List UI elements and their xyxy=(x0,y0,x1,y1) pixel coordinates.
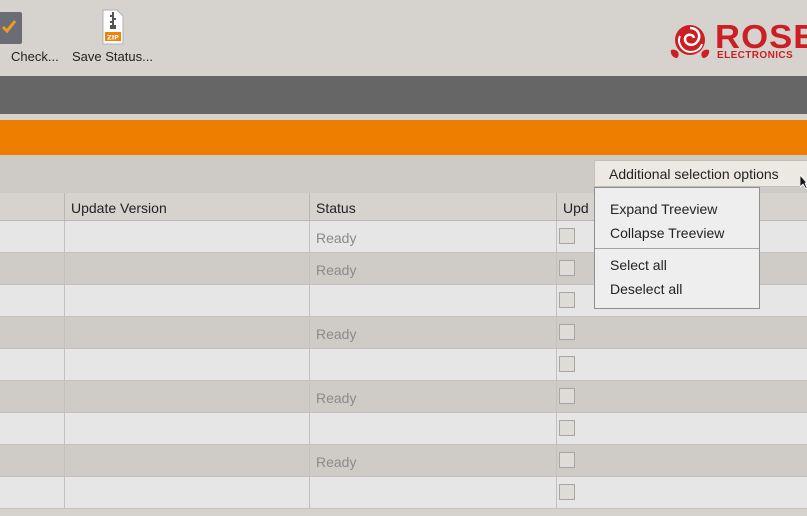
menu-divider xyxy=(595,248,759,249)
status-cell: Ready xyxy=(310,221,557,252)
update-checkbox[interactable] xyxy=(559,356,575,372)
column-header-status[interactable]: Status xyxy=(310,193,557,221)
update-cell xyxy=(557,317,807,348)
row-cell xyxy=(0,413,65,444)
update-checkbox[interactable] xyxy=(559,228,575,244)
dark-header-bar xyxy=(0,76,807,114)
update-checkbox[interactable] xyxy=(559,484,575,500)
row-cell xyxy=(0,253,65,284)
rose-electronics-logo: ROSE ELECTRONICS xyxy=(657,18,807,62)
row-cell xyxy=(0,381,65,412)
update-checkbox[interactable] xyxy=(559,452,575,468)
logo-subtitle-text: ELECTRONICS xyxy=(717,50,794,61)
update-cell xyxy=(557,477,807,508)
zip-badge: ZIP xyxy=(107,34,119,42)
save-status-button-label: Save Status... xyxy=(72,49,153,64)
status-cell: Ready xyxy=(310,445,557,476)
row-cell xyxy=(0,349,65,380)
update-checkbox[interactable] xyxy=(559,388,575,404)
menu-item-select-all[interactable]: Select all xyxy=(610,257,667,273)
status-cell: Ready xyxy=(310,381,557,412)
table-row[interactable]: Ready xyxy=(0,317,807,349)
update-version-cell xyxy=(65,317,310,348)
update-version-cell xyxy=(65,445,310,476)
save-status-button[interactable]: ZIP Save Status... xyxy=(68,6,168,72)
update-version-cell xyxy=(65,413,310,444)
column-header-update-version[interactable]: Update Version xyxy=(65,193,310,221)
status-cell xyxy=(310,477,557,508)
status-cell xyxy=(310,349,557,380)
menu-item-collapse-treeview[interactable]: Collapse Treeview xyxy=(610,225,724,241)
row-cell xyxy=(0,285,65,316)
rose-logo-icon xyxy=(670,25,710,58)
update-checkbox[interactable] xyxy=(559,292,575,308)
status-cell: Ready xyxy=(310,317,557,348)
update-cell xyxy=(557,349,807,380)
update-version-cell xyxy=(65,253,310,284)
table-row[interactable]: Ready xyxy=(0,381,807,413)
status-cell xyxy=(310,413,557,444)
menu-item-expand-treeview[interactable]: Expand Treeview xyxy=(610,201,717,217)
row-cell xyxy=(0,477,65,508)
update-checkbox[interactable] xyxy=(559,420,575,436)
update-cell xyxy=(557,381,807,412)
row-cell xyxy=(0,445,65,476)
update-cell xyxy=(557,445,807,476)
update-checkbox[interactable] xyxy=(559,324,575,340)
update-checkbox[interactable] xyxy=(559,260,575,276)
table-row[interactable]: Ready xyxy=(0,445,807,477)
update-version-cell xyxy=(65,477,310,508)
check-button-label: Check... xyxy=(11,49,59,64)
table-row[interactable] xyxy=(0,349,807,381)
update-version-cell xyxy=(65,381,310,412)
check-icon xyxy=(0,12,22,44)
column-header-select[interactable] xyxy=(0,193,65,221)
check-button[interactable]: Check... xyxy=(0,6,62,72)
selection-options-menu: Expand Treeview Collapse Treeview Select… xyxy=(594,187,760,309)
update-version-cell xyxy=(65,349,310,380)
row-cell xyxy=(0,317,65,348)
additional-selection-options-button[interactable]: Additional selection options xyxy=(594,160,807,187)
toolbar: Check... ZIP Save Status... ROSE EL xyxy=(0,0,807,77)
table-row[interactable] xyxy=(0,477,807,509)
table-row[interactable] xyxy=(0,413,807,445)
status-cell: Ready xyxy=(310,253,557,284)
mouse-cursor-icon xyxy=(800,175,807,189)
update-version-cell xyxy=(65,285,310,316)
update-version-cell xyxy=(65,221,310,252)
orange-title-bar xyxy=(0,120,807,155)
update-cell xyxy=(557,413,807,444)
row-cell xyxy=(0,221,65,252)
zip-file-icon: ZIP xyxy=(102,9,124,45)
status-cell xyxy=(310,285,557,316)
menu-item-deselect-all[interactable]: Deselect all xyxy=(610,281,682,297)
